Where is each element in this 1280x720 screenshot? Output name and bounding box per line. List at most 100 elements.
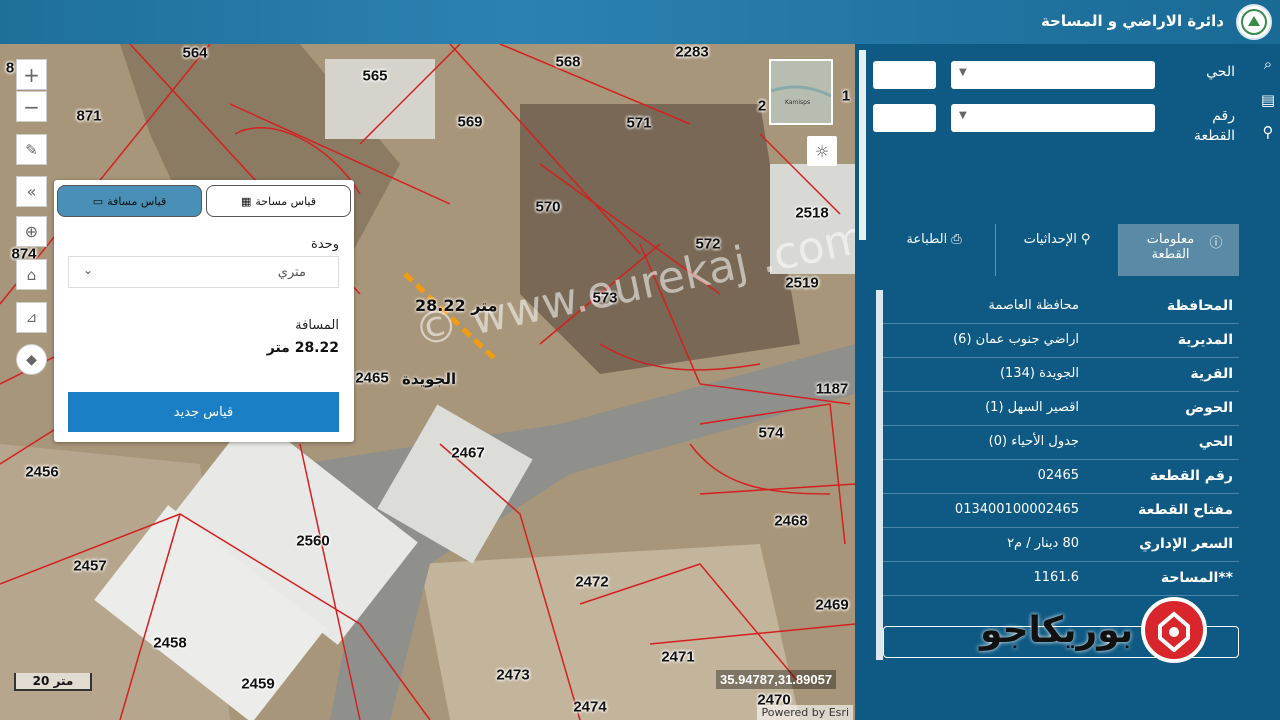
info-key: **المساحة (1160, 570, 1233, 586)
parcel-label[interactable]: 569 (457, 114, 482, 131)
parcel-label[interactable]: 2472 (575, 574, 608, 591)
parcel-label[interactable]: 8 (6, 60, 14, 77)
distance-label: المسافة (295, 318, 339, 333)
parcel-label[interactable]: 2459 (241, 676, 274, 693)
zoom-in-button[interactable]: + (16, 59, 47, 90)
parcel-label[interactable]: 2458 (153, 635, 186, 652)
measure-tool-button[interactable]: ⊿ (16, 302, 47, 333)
parcel-label[interactable]: 2471 (661, 649, 694, 666)
basemap-toggle-button[interactable]: ☼ (807, 136, 837, 166)
info-icon: ⓘ (1209, 236, 1223, 251)
tab-print[interactable]: ⎙ الطباعة (873, 224, 995, 276)
parcel-label[interactable]: 1187 (816, 381, 849, 398)
parcel-code-input[interactable] (873, 104, 936, 132)
parcel-label[interactable]: 2560 (296, 533, 329, 550)
info-value: اقصير السهل (1) (985, 400, 1079, 415)
parcel-label[interactable]: 573 (592, 290, 617, 307)
measure-distance-label: 28.22 متر (415, 296, 498, 315)
unit-select-value: متري (277, 265, 306, 280)
district-code-input[interactable] (873, 61, 936, 89)
compass-button[interactable]: ◆ (16, 344, 47, 375)
info-key: المحافظة (1166, 298, 1233, 314)
info-value: 013400100002465 (954, 502, 1079, 517)
tool-rail: ⌕ ▤ ⚲ (1255, 44, 1280, 720)
parcel-label[interactable]: 2 (758, 98, 766, 115)
parcel-label[interactable]: 570 (535, 199, 560, 216)
parcel-label[interactable]: 2468 (774, 513, 807, 530)
info-row: المحافظة محافظة العاصمة (883, 290, 1239, 324)
dls-logo-icon (1236, 4, 1272, 40)
home-button[interactable]: ⌂ (16, 259, 47, 290)
double-chevron-left-icon: « (26, 182, 37, 201)
location-pin-icon[interactable]: ⚲ (1258, 122, 1278, 142)
district-label: الحي (1206, 64, 1235, 80)
esri-attribution: Powered by Esri (757, 705, 853, 720)
tab-parcel-info[interactable]: ⓘ معلومات القطعة (1118, 224, 1239, 276)
parcel-label[interactable]: 2467 (451, 445, 484, 462)
map-view[interactable]: © www.eurekaj .com 564 565 568 2283 871 … (0, 44, 855, 720)
tab-measure-distance[interactable]: قياس مسافة ▭ (57, 185, 202, 217)
info-value: اراضي جنوب عمان (6) (953, 332, 1079, 347)
parcel-select[interactable]: ▼ (951, 104, 1155, 132)
brand-text: بوريكاجو (980, 609, 1134, 651)
parcel-label[interactable]: 2457 (73, 558, 106, 575)
area-ruler-icon: ▦ (241, 194, 252, 208)
info-value: 1161.6 (1033, 570, 1080, 585)
parcel-label[interactable]: 572 (695, 236, 720, 253)
new-measurement-button[interactable]: قياس جديد (68, 392, 339, 432)
parcel-number-label: رقم القطعة (1194, 108, 1235, 144)
layers-icon[interactable]: ▤ (1258, 90, 1278, 110)
parcel-label[interactable]: 571 (626, 115, 651, 132)
brand-logo-icon (1141, 597, 1208, 663)
sidebar-scrollbar[interactable] (859, 50, 866, 240)
parcel-label[interactable]: 565 (362, 68, 387, 85)
parcel-label[interactable]: 2469 (815, 597, 848, 614)
info-row: القرية الجويدة (134) (883, 358, 1239, 392)
collapse-tools-button[interactable]: « (16, 176, 47, 207)
place-name-label: الجويدة (402, 370, 457, 388)
compass-icon: ◆ (26, 351, 37, 368)
tab-measure-area[interactable]: قياس مساحة ▦ (206, 185, 351, 217)
info-key: المديرية (1177, 332, 1233, 348)
parcel-info-table: المحافظة محافظة العاصمة المديرية اراضي جنو… (883, 290, 1239, 596)
unit-select[interactable]: متري ⌄ (68, 256, 339, 288)
measurement-panel: قياس مساحة ▦ قياس مسافة ▭ وحدة متري ⌄ ال… (54, 180, 354, 442)
parcel-label[interactable]: 574 (758, 425, 783, 442)
parcel-label[interactable]: 2283 (675, 44, 708, 61)
info-row: الحوض اقصير السهل (1) (883, 392, 1239, 426)
distance-value: 28.22 متر (266, 340, 339, 356)
info-row: مفتاح القطعة 013400100002465 (883, 494, 1239, 528)
overview-minimap[interactable]: Kamisps (769, 59, 833, 125)
parcel-label[interactable]: 2518 (795, 205, 828, 222)
search-icon[interactable]: ⌕ (1258, 54, 1278, 74)
home-icon: ⌂ (26, 265, 37, 284)
info-row: السعر الإداري 80 دينار / م٢ (883, 528, 1239, 562)
district-select[interactable]: ▼ (951, 61, 1155, 89)
tab-coordinates[interactable]: ⚲ الإحداثيات (995, 224, 1118, 276)
locate-button[interactable]: ⊕ (16, 216, 47, 247)
caret-down-icon: ▼ (959, 110, 967, 121)
parcel-label[interactable]: 564 (182, 45, 207, 62)
info-tabs: ⓘ معلومات القطعة ⚲ الإحداثيات ⎙ الطباعة (873, 224, 1239, 276)
parcel-label[interactable]: 871 (76, 108, 101, 125)
tab-coordinates-label: الإحداثيات (1023, 232, 1077, 247)
parcel-label[interactable]: 1 (842, 88, 850, 105)
parcel-label[interactable]: 2456 (25, 464, 58, 481)
parcel-label[interactable]: 2465 (355, 370, 388, 387)
info-key: الحي (1198, 434, 1233, 450)
info-key: مفتاح القطعة (1138, 502, 1233, 518)
coordinates-readout: 35.94787,31.89057 (716, 670, 837, 689)
parcel-label[interactable]: 2474 (573, 699, 606, 716)
tab-measure-distance-label: قياس مسافة (107, 194, 167, 208)
brand-watermark: بوريكاجو (980, 590, 1208, 670)
print-icon: ⎙ (951, 232, 962, 247)
tab-print-label: الطباعة (906, 232, 948, 247)
info-scrollbar[interactable] (876, 290, 883, 660)
sun-icon: ☼ (814, 141, 830, 161)
parcel-label[interactable]: 2473 (496, 667, 529, 684)
parcel-label[interactable]: 568 (555, 54, 580, 71)
draw-tool-button[interactable]: ✎ (16, 134, 47, 165)
info-key: رقم القطعة (1149, 468, 1233, 484)
parcel-label[interactable]: 2519 (785, 275, 818, 292)
zoom-out-button[interactable]: − (16, 91, 47, 122)
